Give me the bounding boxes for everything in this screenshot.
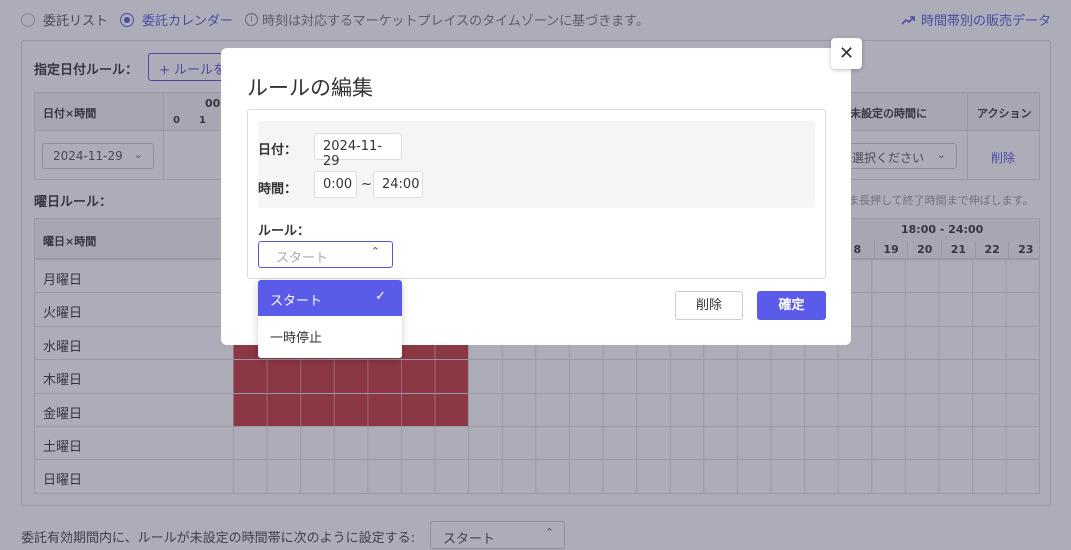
- rule-option-start[interactable]: スタート ✓: [258, 280, 402, 316]
- date-time-summary: 日付： 2024-11-29 時間： 0:00 ~ 24:00: [258, 121, 815, 208]
- chevron-up-icon: ⌃: [370, 245, 380, 258]
- rule-option-label: 一時停止: [270, 331, 323, 346]
- close-icon[interactable]: ✕: [831, 38, 862, 69]
- time-start-value: 0:00: [314, 171, 357, 198]
- confirm-button[interactable]: 確定: [757, 291, 826, 320]
- rule-select[interactable]: スタート ⌃: [258, 241, 393, 268]
- delete-button[interactable]: 削除: [675, 291, 743, 320]
- check-icon: ✓: [375, 289, 386, 304]
- date-value: 2024-11-29: [314, 133, 402, 169]
- rule-option-label: スタート: [270, 294, 323, 309]
- date-label-text: 日付：: [258, 143, 298, 158]
- time-end-value: 24:00: [373, 171, 423, 198]
- time-separator: ~: [361, 177, 372, 192]
- date-label: 日付：: [258, 139, 297, 158]
- rule-select-placeholder: スタート: [276, 251, 329, 266]
- rule-dropdown-menu: スタート ✓ 一時停止: [258, 280, 402, 358]
- modal-title: ルールの編集: [247, 76, 373, 100]
- rule-form: 日付： 2024-11-29 時間： 0:00 ~ 24:00 ルール： スター…: [247, 109, 826, 279]
- rule-label: ルール：: [258, 224, 311, 239]
- time-label: 時間：: [258, 182, 298, 197]
- rule-option-pause[interactable]: 一時停止: [258, 317, 402, 353]
